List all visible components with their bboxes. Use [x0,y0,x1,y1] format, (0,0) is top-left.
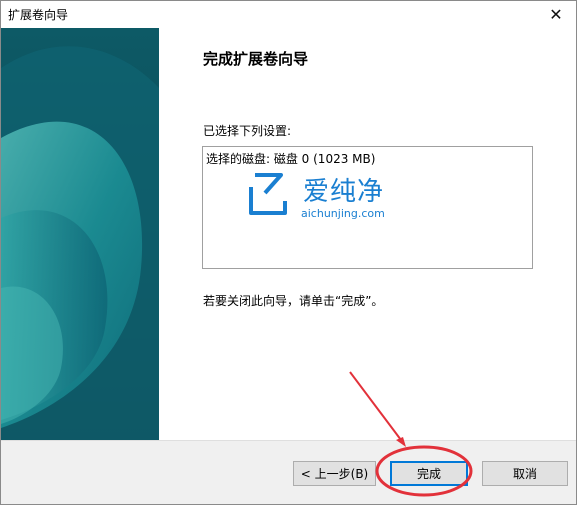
page-title: 完成扩展卷向导 [203,50,309,68]
button-bar: < 上一步(B) 完成 取消 [1,440,576,504]
finish-button[interactable]: 完成 [390,461,468,486]
back-button[interactable]: < 上一步(B) [293,461,376,486]
close-icon: ✕ [549,5,563,24]
sidebar-graphic [1,28,159,440]
settings-list[interactable]: 选择的磁盘: 磁盘 0 (1023 MB) 爱纯净 aichunjing.com [202,146,533,269]
content-panel: 完成扩展卷向导 已选择下列设置: 选择的磁盘: 磁盘 0 (1023 MB) 爱… [159,28,576,440]
sidebar-banner [1,28,159,440]
settings-line-disk: 选择的磁盘: 磁盘 0 (1023 MB) [206,152,376,166]
close-button[interactable]: ✕ [536,1,576,28]
watermark: 爱纯净 aichunjing.com [245,167,405,223]
window-title: 扩展卷向导 [8,8,69,22]
watermark-title: 爱纯净 [303,177,385,207]
settings-label: 已选择下列设置: [203,124,292,138]
wizard-window: 扩展卷向导 ✕ 完成扩展卷向导 已选择下列设置: 选择的磁盘: 磁盘 0 (10… [0,0,577,505]
cancel-button[interactable]: 取消 [482,461,568,486]
watermark-logo-icon [249,173,287,215]
title-bar: 扩展卷向导 ✕ [1,1,576,28]
close-instruction: 若要关闭此向导，请单击“完成”。 [203,294,384,308]
watermark-url: aichunjing.com [301,207,385,220]
